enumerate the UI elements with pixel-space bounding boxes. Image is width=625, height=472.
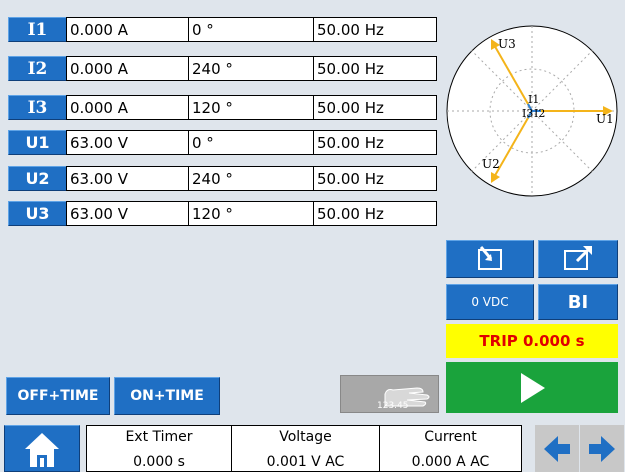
current-label: Current	[424, 429, 477, 445]
ext-timer-display: Ext Timer 0.000 s	[86, 425, 232, 472]
hand-keypad-icon: 123.45	[377, 387, 430, 411]
frequency-field-i2[interactable]: 50.00 Hz	[313, 56, 437, 81]
arrow-right-icon	[589, 435, 615, 462]
home-button[interactable]	[4, 425, 80, 472]
channel-row-u1: U1 63.00 V 0 ° 50.00 Hz	[8, 130, 437, 156]
current-value: 0.000 A AC	[411, 454, 490, 470]
channel-button-i2[interactable]: I2	[8, 56, 67, 81]
channel-button-u3[interactable]: U3	[8, 201, 67, 226]
home-icon	[25, 432, 59, 467]
import-icon	[478, 246, 502, 270]
voltage-display: Voltage 0.001 V AC	[231, 425, 380, 472]
play-icon	[521, 372, 545, 403]
phase-field-i2[interactable]: 240 °	[188, 56, 314, 81]
channel-button-u1[interactable]: U1	[8, 130, 67, 155]
frequency-field-u1[interactable]: 50.00 Hz	[313, 130, 437, 155]
keypad-label: 123.45	[377, 401, 409, 411]
i2-label: I2	[534, 107, 545, 120]
channel-button-i1[interactable]: I1	[8, 17, 67, 42]
magnitude-field-i3[interactable]: 0.000 A	[66, 95, 189, 120]
voltage-value: 0.001 V AC	[266, 454, 345, 470]
trip-indicator: TRIP 0.000 s	[446, 324, 618, 358]
frequency-field-i1[interactable]: 50.00 Hz	[313, 17, 437, 42]
export-icon	[564, 246, 592, 270]
keypad-button[interactable]: 123.45	[340, 375, 439, 413]
frequency-field-i3[interactable]: 50.00 Hz	[313, 95, 437, 120]
magnitude-field-u2[interactable]: 63.00 V	[66, 166, 189, 191]
channel-button-i3[interactable]: I3	[8, 95, 67, 120]
magnitude-field-u3[interactable]: 63.00 V	[66, 201, 189, 226]
channel-button-u2[interactable]: U2	[8, 166, 67, 191]
magnitude-field-u1[interactable]: 63.00 V	[66, 130, 189, 155]
magnitude-field-i1[interactable]: 0.000 A	[66, 17, 189, 42]
channel-row-i2: I2 0.000 A 240 ° 50.00 Hz	[8, 56, 437, 82]
voltage-label: Voltage	[279, 429, 332, 445]
phase-field-u3[interactable]: 120 °	[188, 201, 314, 226]
start-button[interactable]	[446, 362, 618, 413]
phase-field-i1[interactable]: 0 °	[188, 17, 314, 42]
off-time-button[interactable]: OFF+TIME	[6, 377, 110, 415]
phasor-diagram[interactable]: U1 U2 U3 I1 I2 I3	[446, 15, 618, 207]
ext-timer-label: Ext Timer	[125, 429, 193, 445]
previous-button[interactable]	[535, 425, 579, 472]
i1-label: I1	[528, 93, 539, 106]
channel-row-u3: U3 63.00 V 120 ° 50.00 Hz	[8, 201, 437, 227]
frequency-field-u2[interactable]: 50.00 Hz	[313, 166, 437, 191]
i3-label: I3	[522, 107, 533, 120]
u3-label: U3	[498, 37, 516, 51]
current-display: Current 0.000 A AC	[379, 425, 522, 472]
channel-row-i3: I3 0.000 A 120 ° 50.00 Hz	[8, 95, 437, 121]
u2-label: U2	[482, 157, 500, 171]
export-button[interactable]	[538, 240, 618, 278]
phase-field-u1[interactable]: 0 °	[188, 130, 314, 155]
import-button[interactable]	[446, 240, 534, 278]
arrow-left-icon	[544, 435, 570, 462]
phase-field-i3[interactable]: 120 °	[188, 95, 314, 120]
phase-field-u2[interactable]: 240 °	[188, 166, 314, 191]
status-bar: Ext Timer 0.000 s Voltage 0.001 V AC Cur…	[0, 420, 625, 472]
dc-output-button[interactable]: 0 VDC	[446, 284, 534, 320]
channel-row-i1: I1 0.000 A 0 ° 50.00 Hz	[8, 17, 437, 43]
channel-row-u2: U2 63.00 V 240 ° 50.00 Hz	[8, 166, 437, 192]
next-button[interactable]	[580, 425, 624, 472]
binary-input-button[interactable]: BI	[538, 284, 618, 320]
u1-label: U1	[596, 112, 614, 126]
on-time-button[interactable]: ON+TIME	[114, 377, 220, 415]
magnitude-field-i2[interactable]: 0.000 A	[66, 56, 189, 81]
frequency-field-u3[interactable]: 50.00 Hz	[313, 201, 437, 226]
ext-timer-value: 0.000 s	[133, 454, 185, 470]
